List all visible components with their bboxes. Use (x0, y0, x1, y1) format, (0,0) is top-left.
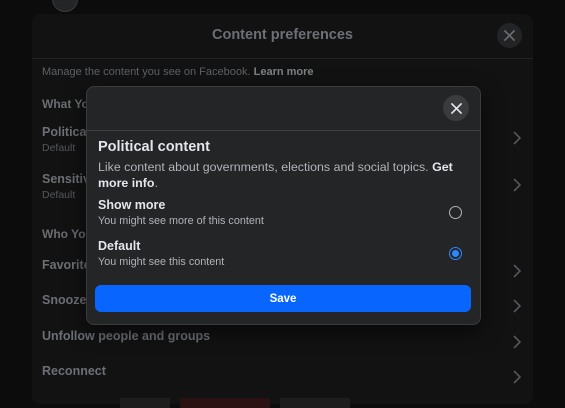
close-icon (504, 30, 515, 41)
close-button[interactable] (497, 23, 522, 48)
political-content-modal: Political content Like content about gov… (86, 86, 481, 325)
chevron-right-icon (513, 178, 521, 192)
chevron-right-icon (513, 335, 521, 349)
modal-header (87, 87, 480, 131)
modal-title: Political content (98, 139, 210, 155)
section-heading-who-you-see: Who Yo (42, 227, 86, 241)
modal-description: Like content about governments, election… (98, 160, 453, 190)
row-unfollow[interactable]: Unfollow people and groups (42, 329, 533, 359)
avatar (52, 0, 78, 12)
learn-more-link[interactable]: Learn more (254, 66, 314, 78)
close-button[interactable] (443, 95, 469, 121)
dialog-title: Content preferences (211, 27, 353, 43)
option-default[interactable]: Default You might see this content (98, 239, 470, 271)
section-heading-what-you-see: What Yo (42, 97, 89, 111)
dialog-description: Manage the content you see on Facebook. … (42, 66, 314, 78)
radio-show-more[interactable] (449, 206, 462, 219)
save-button[interactable]: Save (95, 285, 471, 312)
option-show-more[interactable]: Show more You might see more of this con… (98, 198, 470, 230)
chevron-right-icon (513, 370, 521, 384)
close-icon (450, 102, 462, 114)
chevron-right-icon (513, 299, 521, 313)
dialog-header: Content preferences (32, 14, 533, 59)
background-content (120, 398, 420, 408)
chevron-right-icon (513, 264, 521, 278)
radio-default[interactable] (449, 247, 462, 260)
chevron-right-icon (513, 131, 521, 145)
row-reconnect[interactable]: Reconnect (42, 364, 533, 394)
